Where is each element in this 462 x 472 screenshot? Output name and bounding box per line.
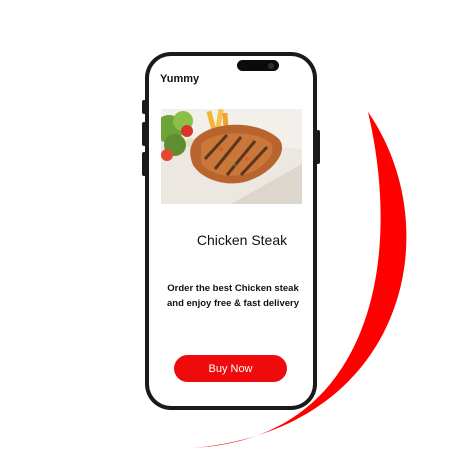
product-name: Chicken Steak (196, 232, 288, 248)
camera-icon (268, 62, 274, 69)
app-title: Yummy (160, 73, 200, 85)
description-line: Order the best Chicken steak (167, 283, 299, 294)
chicken-steak-photo-icon (161, 109, 302, 204)
description-line: and enjoy free & fast delivery (167, 298, 299, 309)
product-image (161, 109, 302, 204)
product-description: Order the best Chicken steak and enjoy f… (158, 281, 308, 311)
buy-now-button[interactable]: Buy Now (174, 355, 287, 382)
camera-notch (237, 60, 279, 71)
